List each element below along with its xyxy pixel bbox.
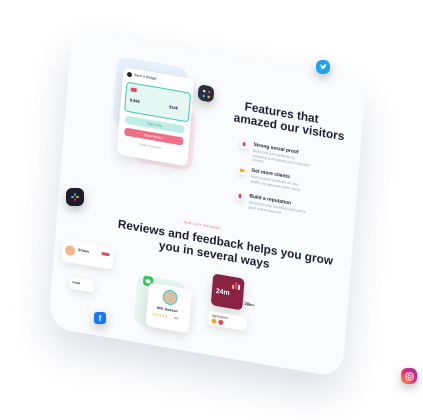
twitter-icon bbox=[316, 60, 330, 74]
review-card: Will Jackson ★★★★★ 4.9 bbox=[145, 282, 193, 334]
slack-icon bbox=[66, 188, 84, 206]
rating-stars: ★★★★★ bbox=[152, 312, 168, 319]
avatar bbox=[162, 288, 179, 307]
widget-panel: Send a Widget 8.94k $14k Copy Code Share… bbox=[116, 67, 195, 167]
widget-header-icon bbox=[126, 71, 133, 78]
stat-card: 24m bbox=[210, 273, 245, 311]
instagram-icon bbox=[401, 368, 417, 384]
mini-bars bbox=[231, 281, 240, 290]
avatar bbox=[64, 244, 76, 257]
grid-app-icon bbox=[197, 84, 215, 103]
sms-card: Grant bbox=[69, 276, 96, 293]
stat-value: 24m bbox=[215, 287, 230, 298]
stage: Send a Widget 8.94k $14k Copy Code Share… bbox=[0, 0, 423, 420]
stat-label: 28m+ bbox=[244, 300, 256, 308]
widget-value-right: $14k bbox=[168, 104, 179, 111]
share-link[interactable]: Share to anyone bbox=[139, 142, 161, 150]
facebook-glyph: f bbox=[98, 313, 102, 323]
avatar bbox=[218, 319, 224, 326]
widget-header: Send a Widget bbox=[133, 72, 157, 81]
reputation-icon bbox=[235, 190, 245, 202]
share-review-label: Share Review bbox=[143, 132, 163, 141]
avatar bbox=[211, 318, 217, 325]
landing-card: Send a Widget 8.94k $14k Copy Code Share… bbox=[48, 30, 366, 378]
reviewer-name: Will Jackson bbox=[156, 305, 178, 314]
clients-icon bbox=[237, 165, 247, 176]
widget-value-left: 8.94k bbox=[129, 97, 140, 104]
small-card-name: Sriram bbox=[77, 247, 90, 254]
card-icon bbox=[130, 87, 137, 93]
small-review-card: Sriram bbox=[61, 239, 114, 270]
copy-code-label: Copy Code bbox=[146, 121, 162, 128]
shield-icon bbox=[239, 139, 249, 150]
applications-card: Applications bbox=[207, 310, 248, 332]
facebook-icon: f bbox=[94, 312, 106, 324]
status-badge bbox=[101, 252, 110, 257]
rating-value: 4.9 bbox=[173, 315, 179, 321]
sms-card-name: Grant bbox=[72, 280, 81, 286]
